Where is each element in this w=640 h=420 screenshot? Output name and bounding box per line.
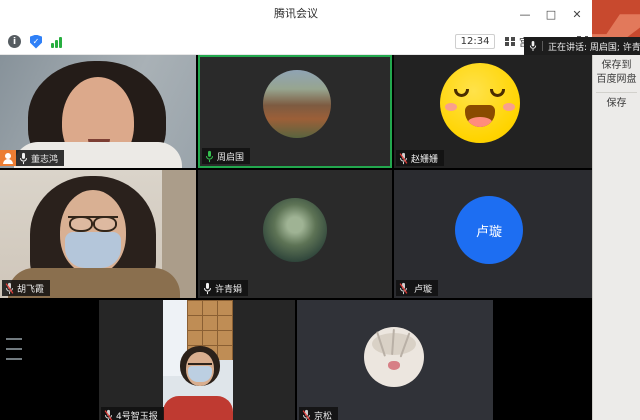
name-label: 周启国 xyxy=(202,148,250,164)
speaking-text: 正在讲话: 周启国; 许青娟 xyxy=(548,40,640,53)
title-bar: 腾讯会议 — □ ✕ xyxy=(0,0,592,28)
avatar-text: 卢璇 xyxy=(476,221,502,240)
tile-jingsong[interactable]: 京松 xyxy=(297,300,493,420)
window-title: 腾讯会议 xyxy=(0,0,592,28)
participant-name: 卢璇 xyxy=(414,282,432,295)
tile-zhouqiguo[interactable]: 周启国 xyxy=(198,55,392,168)
toolbar-left-icons: i ✓ xyxy=(8,28,62,55)
mic-muted-icon xyxy=(399,152,408,165)
meeting-toolbar: i ✓ 12:34 宫格视图 ▾ xyxy=(0,28,592,55)
tile-luxuan[interactable]: 卢璇 卢璇 xyxy=(394,170,592,298)
video-feed xyxy=(0,170,196,298)
name-label: 4号智玉报 xyxy=(101,407,164,420)
meeting-info-icon[interactable]: i xyxy=(8,35,21,48)
window-controls: — □ ✕ xyxy=(512,0,590,28)
participant-name: 京松 xyxy=(314,409,332,420)
video-feed-portrait xyxy=(163,300,233,420)
profile-photo-avatar xyxy=(263,70,331,138)
profile-photo-avatar xyxy=(263,198,327,262)
participant-name: 4号智玉报 xyxy=(116,409,158,420)
name-label: 董志鸿 xyxy=(16,150,64,166)
network-signal-icon[interactable] xyxy=(51,36,62,48)
mic-muted-icon xyxy=(302,409,311,420)
tile-xuqingjuan[interactable]: 许青娟 xyxy=(198,170,392,298)
anime-avatar xyxy=(364,327,424,387)
name-label: 京松 xyxy=(299,407,338,420)
close-button[interactable]: ✕ xyxy=(564,0,590,28)
mic-muted-icon xyxy=(5,282,14,295)
participant-name: 赵姗姗 xyxy=(411,152,438,165)
mic-speaking-icon xyxy=(205,150,214,163)
tile-4hao[interactable]: 4号智玉报 xyxy=(99,300,295,420)
tile-black-video[interactable] xyxy=(0,300,97,420)
tile-zhaoshanshan[interactable]: 赵姗姗 xyxy=(394,55,592,168)
save-side-panel: 保存到 百度网盘 保存 xyxy=(592,55,640,420)
participant-name: 胡飞霞 xyxy=(17,282,44,295)
video-grid: 董志鸿 周启国 xyxy=(0,55,592,420)
minimize-button[interactable]: — xyxy=(512,0,538,28)
participant-name: 董志鸿 xyxy=(31,152,58,165)
mic-muted-icon xyxy=(399,282,408,295)
name-label: 卢璇 xyxy=(396,280,438,296)
save-to-netdisk-button[interactable]: 保存到 百度网盘 xyxy=(593,55,640,87)
meeting-timer: 12:34 xyxy=(455,34,496,49)
participant-name: 许青娟 xyxy=(215,282,242,295)
grid-view-icon xyxy=(505,37,515,47)
name-label: 许青娟 xyxy=(200,280,248,296)
mic-on-icon xyxy=(19,152,28,165)
save-to-label: 保存到 xyxy=(593,59,640,73)
maximize-button[interactable]: □ xyxy=(538,0,564,28)
name-label: 胡飞霞 xyxy=(2,280,50,296)
tile-hufeixia[interactable]: 胡飞霞 xyxy=(0,170,196,298)
emoji-avatar xyxy=(440,63,520,143)
name-label: 赵姗姗 xyxy=(396,150,444,166)
tile-dongzhihong[interactable]: 董志鸿 xyxy=(0,55,196,168)
mic-on-icon xyxy=(203,282,212,295)
initials-avatar: 卢璇 xyxy=(455,196,523,264)
save-button[interactable]: 保存 xyxy=(593,97,640,111)
microphone-icon xyxy=(529,40,537,52)
toast-divider xyxy=(542,41,543,51)
participant-name: 周启国 xyxy=(217,150,244,163)
security-shield-icon[interactable]: ✓ xyxy=(30,35,42,49)
panel-divider xyxy=(596,92,637,93)
netdisk-label: 百度网盘 xyxy=(593,73,640,87)
host-badge-person-icon xyxy=(0,150,16,166)
tile-empty-black[interactable] xyxy=(495,300,592,420)
speaking-toast: 正在讲话: 周启国; 许青娟 xyxy=(524,37,640,55)
mic-muted-icon xyxy=(104,409,113,420)
